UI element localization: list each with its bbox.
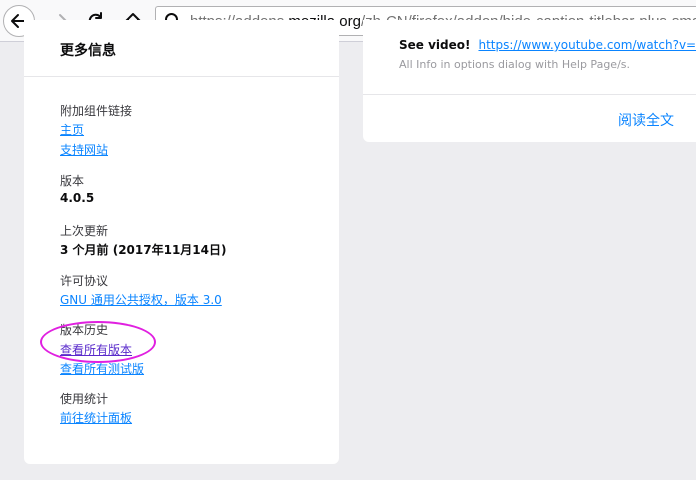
license-link[interactable]: GNU 通用公共授权，版本 3.0	[60, 291, 222, 308]
support-site-link[interactable]: 支持网站	[60, 141, 108, 158]
description-card: See video! https://www.youtube.com/watch?…	[363, 20, 696, 142]
video-link[interactable]: https://www.youtube.com/watch?v=MjY5	[478, 38, 696, 52]
stats-dashboard-link[interactable]: 前往统计面板	[60, 409, 132, 426]
usage-stats-label: 使用统计	[60, 392, 109, 406]
last-updated-label: 上次更新	[60, 224, 109, 238]
faded-description-text: All Info in options dialog with Help Pag…	[399, 58, 630, 71]
see-video-line: See video! https://www.youtube.com/watch?…	[399, 38, 696, 52]
see-video-label: See video!	[399, 38, 471, 52]
more-info-title: 更多信息	[60, 43, 116, 59]
last-updated-value: 3 个月前 (2017年11月14日)	[60, 243, 227, 257]
homepage-link[interactable]: 主页	[60, 121, 84, 138]
license-label: 许可协议	[60, 274, 109, 288]
all-versions-link[interactable]: 查看所有版本	[60, 341, 132, 358]
beta-versions-link[interactable]: 查看所有测试版	[60, 360, 144, 377]
divider	[24, 76, 339, 77]
addon-links-label: 附加组件链接	[60, 104, 133, 118]
divider	[363, 94, 696, 95]
more-info-card: 更多信息 附加组件链接 主页 支持网站 版本 4.0.5 上次更新 3 个月前 …	[24, 20, 339, 464]
version-value: 4.0.5	[60, 191, 95, 205]
version-label: 版本	[60, 174, 85, 188]
version-history-label: 版本历史	[60, 323, 109, 337]
read-more-link[interactable]: 阅读全文	[618, 110, 674, 130]
